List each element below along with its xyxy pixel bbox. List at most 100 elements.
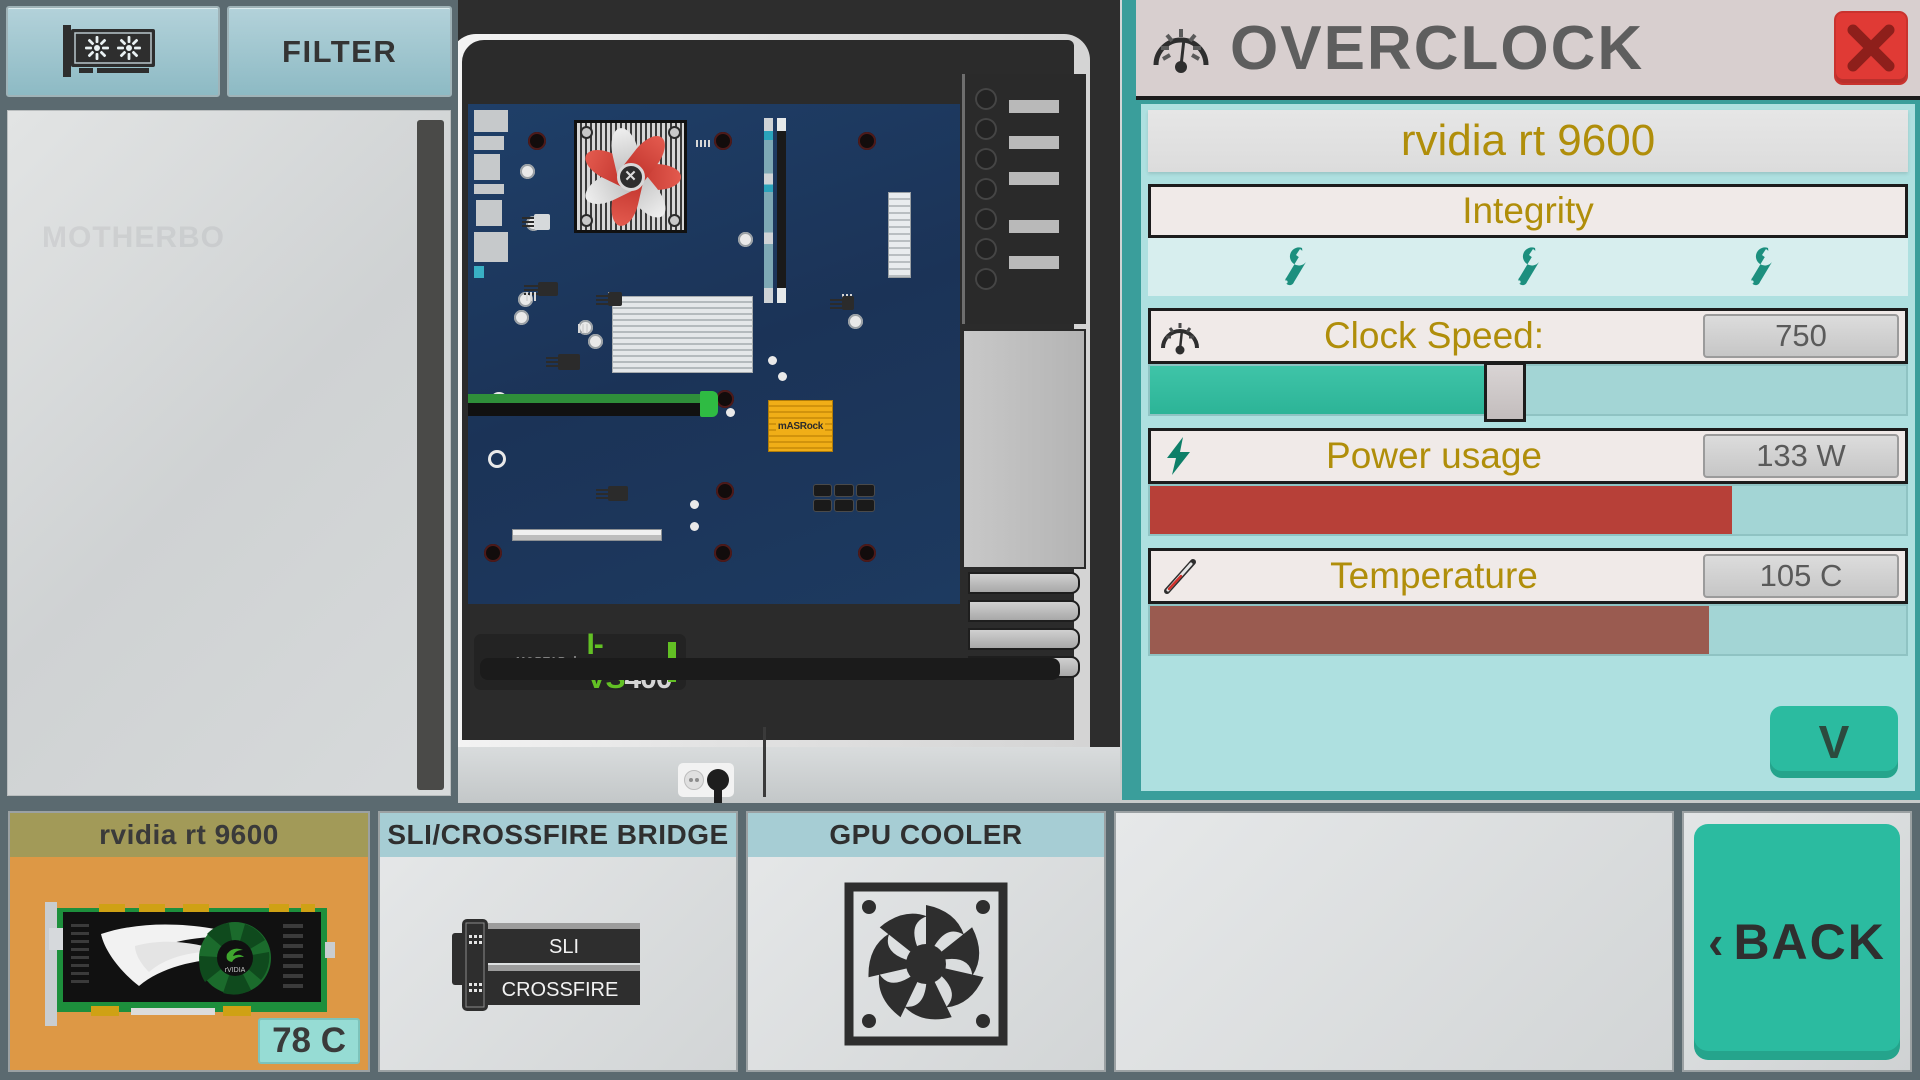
inventory-card-gpu-title: rvidia rt 9600 [10,813,368,857]
inventory-card-sli-bridge-title: SLI/CROSSFIRE BRIDGE [380,813,736,857]
component-list-inner[interactable]: MOTHERBO [7,110,451,796]
clock-speed-slider[interactable] [1148,362,1908,422]
clock-speed-header: Clock Speed: 750 [1148,308,1908,364]
gpu-category-button[interactable] [6,6,221,97]
pcie-slot[interactable] [512,529,662,541]
sata-ports [813,484,875,512]
close-button[interactable] [1834,11,1908,85]
inventory-card-gpu-cooler[interactable]: GPU COOLER [746,811,1106,1072]
power-usage-value: 133 W [1703,434,1899,478]
svg-text:rVIDIA: rVIDIA [225,967,246,974]
fan-header-2 [578,324,589,333]
close-x-icon [1847,24,1895,72]
pc-case-interior: mASRock [462,40,1086,740]
temperature-bar-fill [1150,606,1710,654]
inventory-card-gpu[interactable]: rvidia rt 9600 rVIDIA 78 C [8,811,370,1072]
overclock-header: OVERCLOCK [1136,0,1920,100]
drive-bays [962,74,1086,754]
power-usage-header: Power usage 133 W [1148,428,1908,484]
integrity-label: Integrity [1462,190,1594,231]
filter-button-label: FILTER [282,33,398,69]
small-chip-1 [596,292,622,306]
clock-speed-label: Clock Speed: [1323,315,1545,356]
expand-down-label: V [1818,716,1850,768]
inventory-card-gpu-cooler-body [748,857,1104,1070]
power-usage-stat: Power usage 133 W [1148,428,1908,536]
overclock-footer: V [1148,699,1908,785]
inventory-card-sli-bridge-body: SLI CROSSFIRE [380,857,736,1070]
wrench-icon[interactable] [1278,246,1312,288]
outlet-socket-icon [683,770,704,790]
small-chip-2 [830,296,854,310]
overclock-title: OVERCLOCK [1230,13,1645,83]
fan-hub-cap [616,162,645,191]
io-shield [472,108,516,288]
header-top [696,140,712,147]
wrench-icon[interactable] [1511,246,1545,288]
inventory-card-gpu-cooler-title: GPU COOLER [748,813,1104,857]
chipset-chip: mASRock [768,400,833,452]
back-button[interactable]: ‹ BACK [1694,823,1900,1060]
optical-bay-area [962,74,1086,324]
pc-case-view: mASRock [458,0,1120,803]
clock-speed-stat: Clock Speed: 750 [1148,308,1908,422]
temperature-header: Temperature 105 C [1148,548,1908,604]
cpu-cooler[interactable] [574,120,687,233]
bottom-inventory-bar: rvidia rt 9600 rVIDIA 78 C SLI/CROSSFIRE… [0,803,1920,1080]
wrench-icon[interactable] [1744,246,1778,288]
component-name-row: rvidia rt 9600 [1148,110,1908,172]
temperature-stat: Temperature 105 C [1148,548,1908,656]
power-plug-icon [706,769,729,803]
top-toolbar: FILTER [0,0,458,103]
ram-slots[interactable] [764,118,787,303]
gpu-card-icon [63,24,156,77]
bios-chip [522,214,550,230]
mosfet-1 [526,282,558,296]
atx-power-connector [888,192,911,278]
gpu-card-image: rVIDIA [45,901,335,1026]
clock-speed-slider-knob[interactable] [1484,362,1527,422]
back-chevron-icon: ‹ [1708,915,1724,968]
sli-text: SLI [549,936,579,958]
desk-surface [458,747,1120,803]
list-scrollbar[interactable] [417,120,444,790]
overclock-panel: OVERCLOCK rvidia rt 9600 Integrity Clock… [1122,0,1920,800]
game-screen: FILTER MOTHERBO ✕ mASRock I- OVERCLOCK r… [0,0,1920,1080]
case-base-bar [480,658,1060,680]
fan-image [844,882,1008,1045]
power-usage-label: Power usage [1326,435,1542,476]
back-button-label: BACK [1733,913,1886,970]
power-cord [763,727,766,797]
integrity-slots-row [1148,238,1908,296]
crossfire-text: CROSSFIRE [502,979,619,1001]
power-usage-bar-fill [1150,486,1733,534]
mosfet-2 [546,354,580,370]
expand-down-button[interactable]: V [1770,706,1898,778]
inventory-card-sli-bridge[interactable]: SLI/CROSSFIRE BRIDGE SLI CROSSFIRE [378,811,738,1072]
motherboard[interactable]: mASRock [468,104,960,604]
filter-button[interactable]: FILTER [227,6,452,97]
component-name: rvidia rt 9600 [1400,116,1656,165]
watermark-label: MOTHERBO [42,221,225,254]
temperature-bar [1148,604,1908,656]
inventory-empty-slot [1114,811,1674,1072]
pc-case-chassis: mASRock [458,34,1090,774]
chipset-heatsink [612,296,753,373]
hdd-bay [962,329,1086,569]
component-list-panel: MOTHERBO [0,103,458,803]
back-button-slot: ‹ BACK [1682,811,1912,1072]
temperature-value: 105 C [1703,554,1899,598]
overclock-body: rvidia rt 9600 Integrity Clock Speed: 75… [1136,104,1920,796]
speedometer-icon [1153,29,1209,73]
mosfet-3 [596,486,628,501]
gpu-temp-badge: 78 C [258,1018,360,1064]
chipset-chip-label: mASRock [775,419,826,433]
sli-bridge-image: SLI CROSSFIRE [452,918,640,1011]
clock-speed-slider-fill [1150,366,1506,414]
installed-gpu[interactable] [468,391,718,417]
power-usage-bar [1148,484,1908,536]
integrity-label-row: Integrity [1148,184,1908,238]
jumper-block [526,292,537,301]
temperature-label: Temperature [1330,555,1538,596]
power-outlet[interactable] [678,763,734,803]
